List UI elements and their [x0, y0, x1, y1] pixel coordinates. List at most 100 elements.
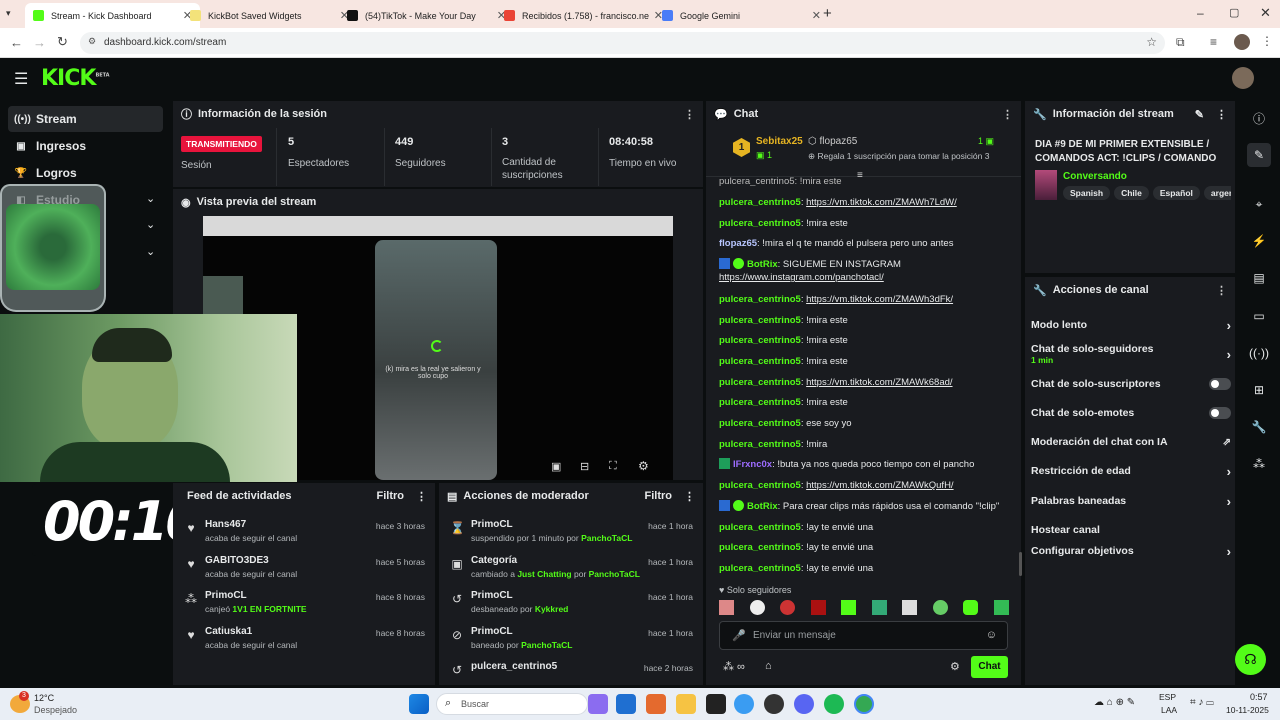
more-options-icon[interactable]: ⋮: [1002, 108, 1013, 121]
github-icon[interactable]: [764, 694, 784, 714]
chat-username[interactable]: BotRix: [747, 259, 778, 270]
chat-username[interactable]: pulcera_centrino5: [719, 197, 801, 208]
feed-item[interactable]: ♥ Catiuska1 acaba de seguir el canal hace 8…: [173, 624, 435, 660]
browser-menu-icon[interactable]: ⋮: [1261, 34, 1273, 48]
tab-close-icon[interactable]: ✕: [812, 9, 821, 22]
browser-tab[interactable]: Stream - Kick Dashboard ✕: [25, 3, 200, 28]
chat-username[interactable]: pulcera_centrino5: [719, 335, 801, 346]
edit-pencil-icon[interactable]: ✎: [1247, 143, 1271, 167]
tag-pill[interactable]: Español: [1152, 186, 1200, 200]
site-info-icon[interactable]: ⚙: [88, 36, 96, 47]
url-input[interactable]: ⚙ dashboard.kick.com/stream ☆: [80, 32, 1165, 54]
emote-icon[interactable]: [932, 600, 948, 615]
category-link[interactable]: Conversando: [1063, 171, 1127, 182]
chat-username[interactable]: pulcera_centrino5: [719, 439, 801, 450]
sidebar-item-ingresos[interactable]: ▣ Ingresos: [8, 133, 163, 159]
more-options-icon[interactable]: ⋮: [1216, 284, 1227, 297]
store-icon[interactable]: ⌂: [765, 660, 772, 672]
channel-action-item[interactable]: Restricción de edad ›: [1031, 457, 1231, 485]
feed-filter-button[interactable]: Filtro: [377, 490, 405, 502]
channel-action-item[interactable]: Modo lento ›: [1031, 311, 1231, 339]
chat-bubble-icon[interactable]: ▭: [1247, 304, 1271, 328]
forward-icon[interactable]: →: [33, 35, 46, 50]
channel-action-item[interactable]: Configurar objetivos ›: [1031, 537, 1231, 565]
chat-username[interactable]: IFrxnc0x: [733, 459, 772, 470]
more-options-icon[interactable]: ⋮: [684, 490, 695, 503]
chat-link[interactable]: https://vm.tiktok.com/ZMAWk68ad/: [806, 377, 952, 388]
chat-link[interactable]: https://vm.tiktok.com/ZMAWh3dFk/: [806, 294, 953, 305]
channel-action-item[interactable]: Chat de solo-seguidores 1 min ›: [1031, 340, 1231, 368]
more-options-icon[interactable]: ⋮: [416, 490, 427, 503]
close-window-button[interactable]: ✕: [1260, 5, 1271, 21]
mod-action-item[interactable]: ⌛ PrimoCL suspendido por 1 minuto por Panc…: [439, 517, 703, 553]
wrench-icon[interactable]: 🔧: [1247, 415, 1271, 439]
feed-item[interactable]: ♥ Hans467 acaba de seguir el canal hace 3 h…: [173, 517, 435, 553]
copilot-icon[interactable]: [646, 694, 666, 714]
bookmark-star-icon[interactable]: ☆: [1146, 35, 1157, 49]
chat-link[interactable]: https://www.instagram.com/panchotacl/: [719, 272, 884, 283]
maximize-button[interactable]: ▢: [1229, 6, 1239, 19]
emote-icon[interactable]: [841, 600, 857, 615]
minimize-button[interactable]: –: [1197, 6, 1204, 20]
back-icon[interactable]: ←: [10, 35, 23, 50]
mod-action-item[interactable]: ▣ Categoría cambiado a Just Chatting por P…: [439, 553, 703, 589]
system-tray-icons[interactable]: ☁ ⌂ ⊕ ✎: [1094, 697, 1135, 708]
new-tab-button[interactable]: +: [823, 5, 832, 22]
emote-icon[interactable]: [871, 600, 887, 615]
chat-username[interactable]: pulcera_centrino5: [719, 218, 801, 229]
chevron-down-icon[interactable]: ⌄: [146, 192, 155, 205]
feed-item[interactable]: ♥ GABITO3DE3 acaba de seguir el canal hace …: [173, 553, 435, 589]
emote-icon[interactable]: [749, 600, 765, 615]
browser-tab[interactable]: KickBot Saved Widgets ✕: [182, 3, 357, 28]
pip-icon[interactable]: ▣: [551, 460, 561, 473]
tag-pill[interactable]: argenti: [1203, 186, 1231, 200]
chat-username[interactable]: pulcera_centrino5: [719, 563, 801, 574]
more-options-icon[interactable]: ⋮: [1216, 108, 1227, 121]
scan-icon[interactable]: ⌖: [1247, 192, 1271, 216]
chrome-icon[interactable]: [734, 694, 754, 714]
edit-pencil-icon[interactable]: ✎: [1195, 108, 1204, 121]
top-gifter-name[interactable]: Sebitax25: [756, 136, 803, 147]
theater-icon[interactable]: ⊟: [580, 460, 589, 473]
chat-username[interactable]: pulcera_centrino5: [719, 522, 801, 533]
mod-action-item[interactable]: ⊘ PrimoCL baneado por PanchoTaCL hace 1 hor…: [439, 624, 703, 660]
chat-username[interactable]: pulcera_centrino5: [719, 377, 801, 388]
chat-username[interactable]: pulcera_centrino5: [719, 294, 801, 305]
settings-gear-icon[interactable]: ⚙: [638, 459, 649, 473]
support-headset-icon[interactable]: ☊: [1235, 644, 1266, 675]
file-explorer-icon[interactable]: [676, 694, 696, 714]
emoji-icon[interactable]: ☺: [986, 629, 997, 641]
browser-tab[interactable]: (54)TikTok - Make Your Day ✕: [339, 3, 514, 28]
send-chat-button[interactable]: Chat: [971, 656, 1008, 678]
gifter-two[interactable]: ⬡ flopaz65: [808, 136, 857, 147]
info-icon[interactable]: ⓘ: [1247, 106, 1271, 130]
tag-pill[interactable]: Spanish: [1063, 186, 1111, 200]
lightning-icon[interactable]: ⚡: [1247, 229, 1271, 253]
feed-item[interactable]: ⁂ PrimoCL canjeó 1V1 EN FORTNITE hace 8 hor…: [173, 588, 435, 624]
app-icon[interactable]: [616, 694, 636, 714]
taskbar-search[interactable]: ⌕ Buscar: [436, 693, 588, 715]
language-indicator[interactable]: ESP: [1159, 692, 1176, 702]
fullscreen-icon[interactable]: ⛶: [609, 460, 617, 473]
channel-action-item[interactable]: Moderación del chat con IA ⇗: [1031, 428, 1231, 456]
emote-icon[interactable]: [963, 600, 979, 615]
gift-promo[interactable]: ⊕ Regala 1 suscripción para tomar la pos…: [808, 151, 989, 162]
terminal-icon[interactable]: [706, 694, 726, 714]
mod-action-item[interactable]: ↺ pulcera_centrino5 hace 2 horas: [439, 659, 703, 685]
channel-action-item[interactable]: Palabras baneadas ›: [1031, 487, 1231, 515]
emote-icon[interactable]: [719, 600, 734, 615]
browser-tab[interactable]: Recibidos (1.758) - francisco.ne ✕: [496, 3, 671, 28]
chat-username[interactable]: pulcera_centrino5: [719, 397, 801, 408]
mod-filter-button[interactable]: Filtro: [645, 490, 673, 502]
profile-avatar[interactable]: [1234, 34, 1250, 50]
toggle-switch[interactable]: [1209, 407, 1231, 419]
chat-username[interactable]: flopaz65: [719, 238, 757, 249]
emote-icon[interactable]: [810, 600, 826, 615]
spotify-icon[interactable]: [824, 694, 844, 714]
browser-tab[interactable]: Google Gemini ✕: [654, 3, 829, 28]
layout-icon[interactable]: ⊞: [1247, 378, 1271, 402]
points-icon[interactable]: ⁂: [1247, 452, 1271, 476]
sidebar-item-logros[interactable]: 🏆 Logros: [8, 160, 163, 186]
taskview-icon[interactable]: [588, 694, 608, 714]
chat-username[interactable]: pulcera_centrino5: [719, 418, 801, 429]
